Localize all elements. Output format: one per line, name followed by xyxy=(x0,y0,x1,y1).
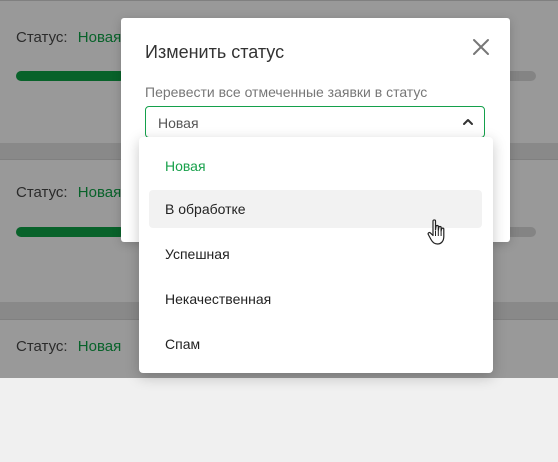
hand-pointer-icon xyxy=(427,219,445,245)
option-spam[interactable]: Спам xyxy=(149,325,482,363)
chevron-up-icon xyxy=(463,119,473,125)
status-dropdown: Новая В обработке Успешная Некачественна… xyxy=(139,137,493,373)
close-icon xyxy=(473,39,489,55)
option-new[interactable]: Новая xyxy=(149,147,482,185)
option-poor-quality[interactable]: Некачественная xyxy=(149,280,482,318)
close-button[interactable] xyxy=(470,36,492,58)
field-label: Перевести все отмеченные заявки в статус xyxy=(145,84,428,100)
status-select[interactable]: Новая xyxy=(145,106,485,138)
select-value: Новая xyxy=(158,115,199,131)
modal-title: Изменить статус xyxy=(145,42,285,62)
